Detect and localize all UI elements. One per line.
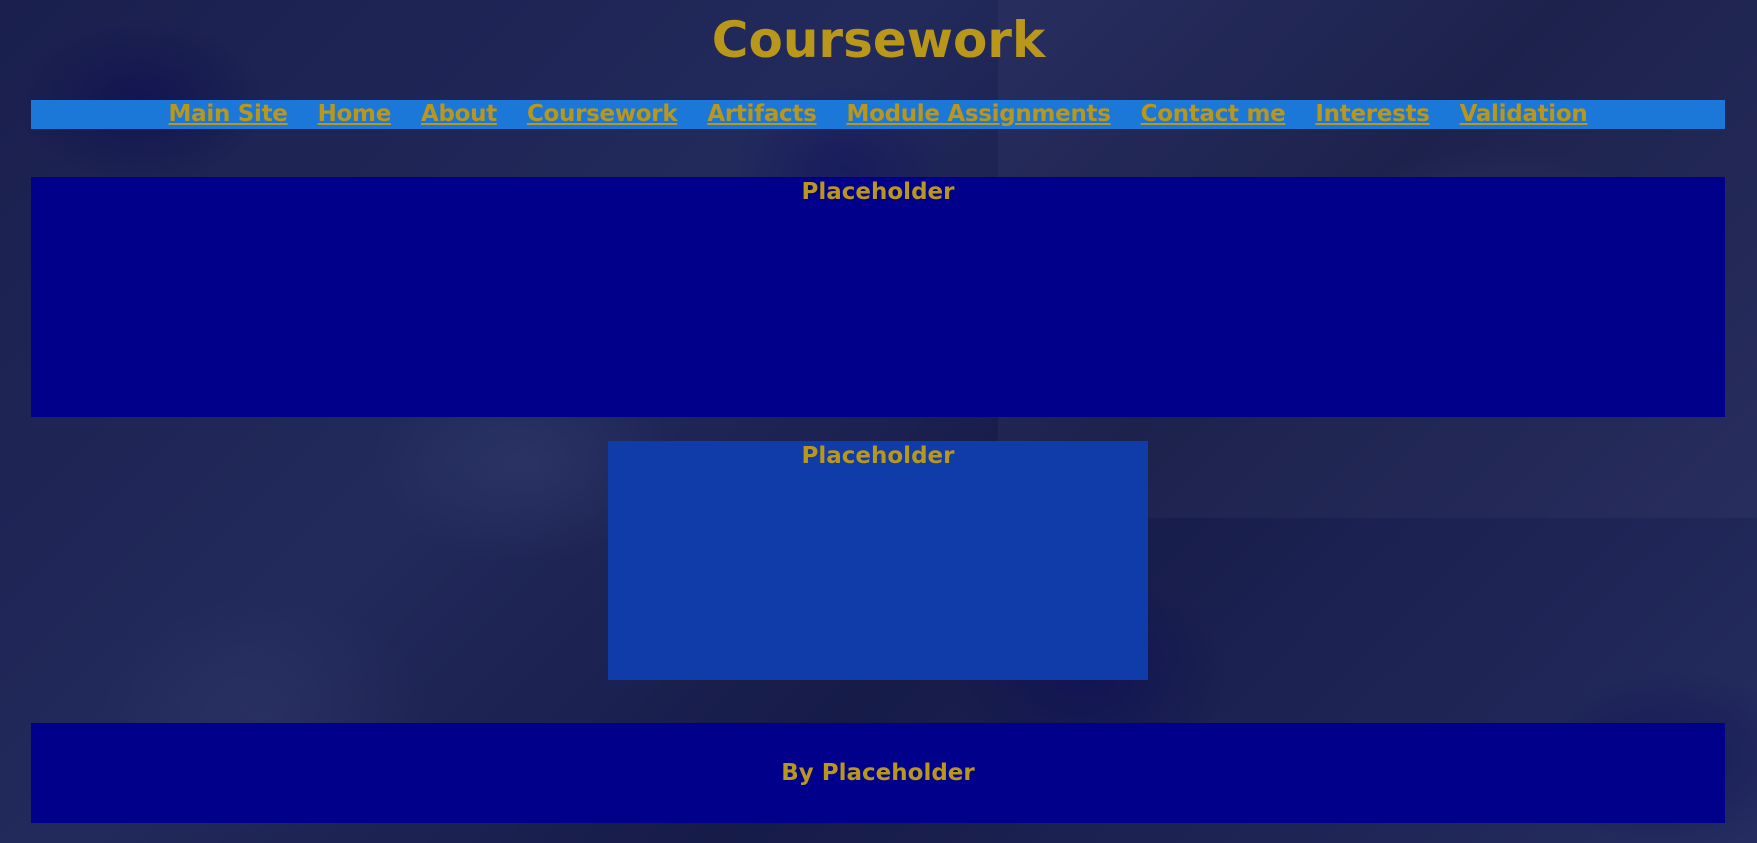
nav-link-main-site[interactable]: Main Site — [169, 100, 288, 129]
navigation-bar: Main Site Home About Coursework Artifact… — [31, 100, 1725, 129]
footer-credit: By Placeholder — [781, 760, 975, 786]
nav-link-home[interactable]: Home — [318, 100, 392, 129]
page-title: Coursework — [711, 11, 1046, 69]
nav-link-module-assignments[interactable]: Module Assignments — [846, 100, 1110, 129]
page-footer: By Placeholder — [31, 723, 1725, 823]
nav-link-validation[interactable]: Validation — [1460, 100, 1588, 129]
nav-link-interests[interactable]: Interests — [1315, 100, 1429, 129]
nav-link-coursework[interactable]: Coursework — [527, 100, 678, 129]
secondary-panel-heading: Placeholder — [801, 443, 955, 469]
nav-link-contact-me[interactable]: Contact me — [1141, 100, 1286, 129]
main-content-panel: Placeholder — [31, 177, 1725, 417]
nav-link-artifacts[interactable]: Artifacts — [707, 100, 816, 129]
secondary-content-panel: Placeholder — [608, 441, 1148, 680]
main-panel-heading: Placeholder — [801, 179, 955, 205]
nav-link-about[interactable]: About — [421, 100, 497, 129]
